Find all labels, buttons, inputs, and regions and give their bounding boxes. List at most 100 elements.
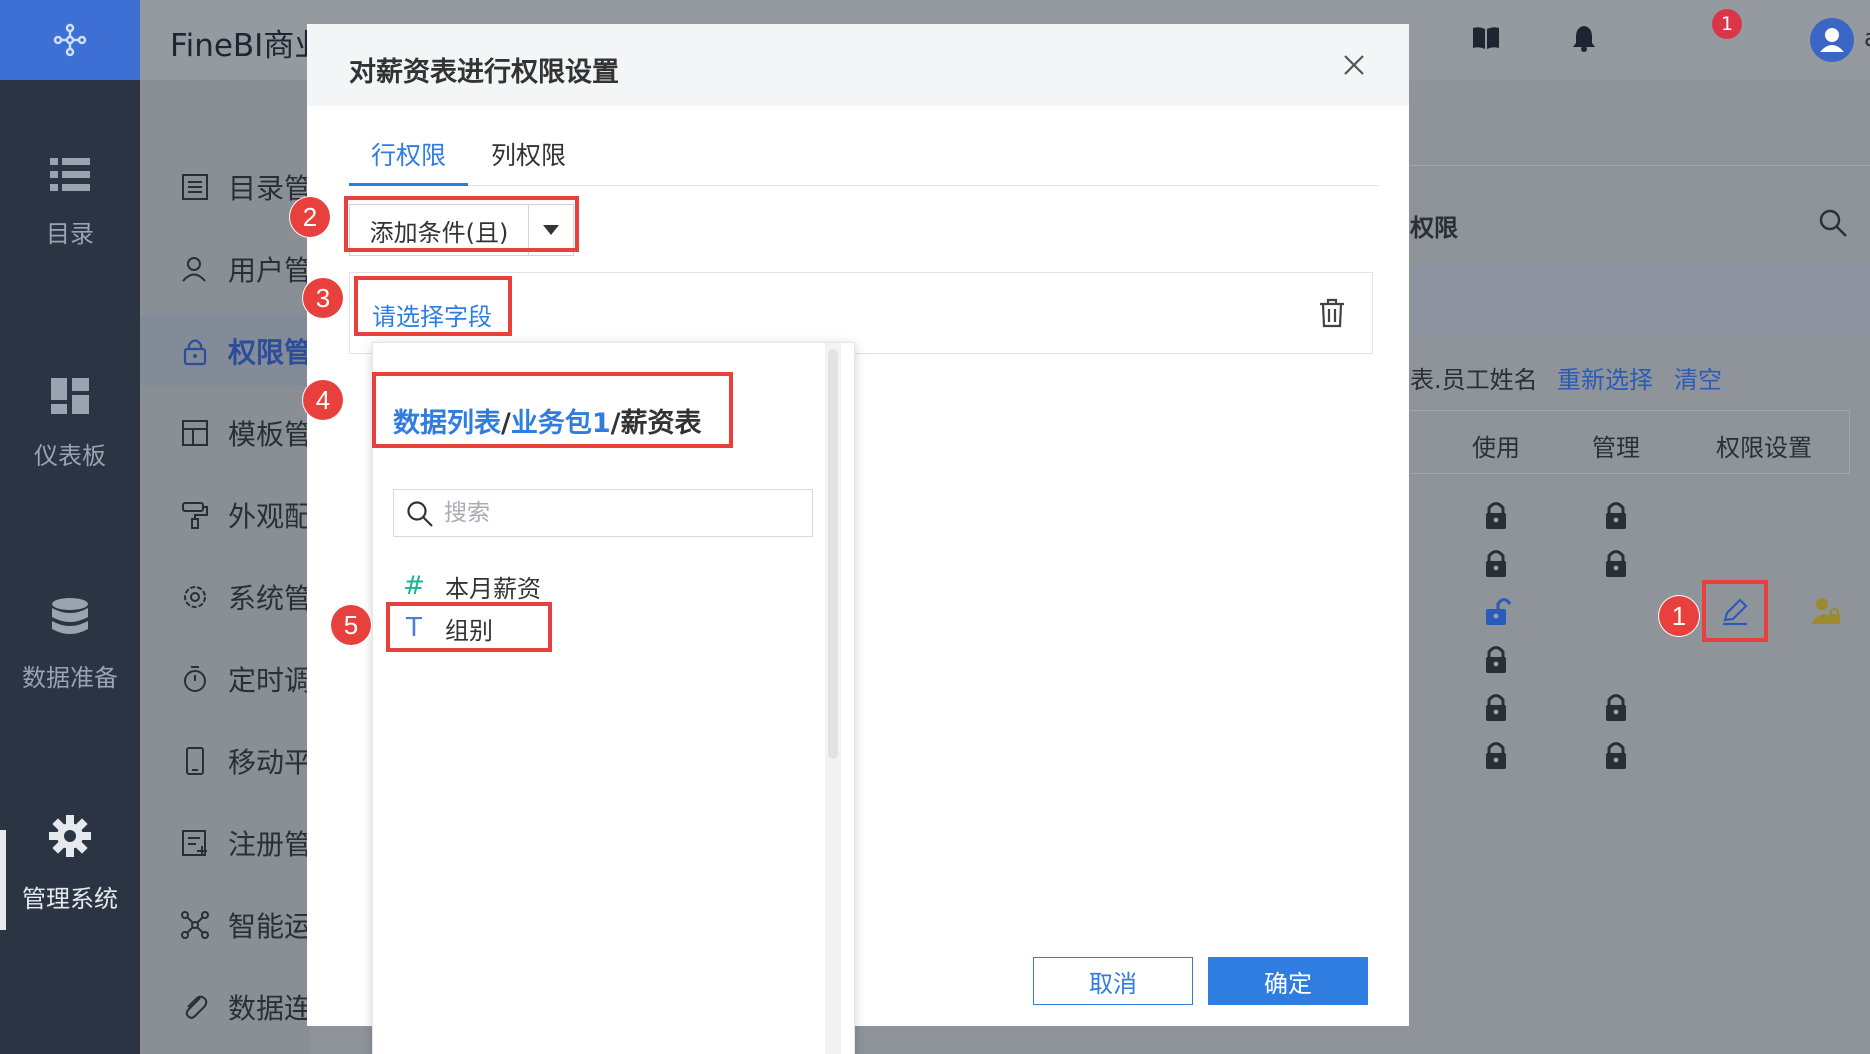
catalog-icon [182, 174, 208, 200]
annotation-marker-1: 1 [1659, 596, 1699, 636]
link-icon [185, 995, 208, 1019]
confirm-button[interactable]: 确定 [1208, 957, 1368, 1005]
user-icon [182, 257, 206, 282]
sidebar-item-appearance[interactable]: 外观配 [140, 480, 310, 550]
sidebar-item-label: 用户管 [228, 254, 310, 287]
cancel-button[interactable]: 取消 [1033, 957, 1193, 1005]
field-picker-dropdown: 数据列表/业务包1/薪资表 # 本月薪资 T 组别 [372, 342, 855, 1054]
list-icon [50, 158, 90, 191]
bell-icon[interactable] [1572, 24, 1596, 52]
lock-icon[interactable] [1484, 500, 1508, 530]
number-type-icon: # [403, 571, 425, 601]
user-permission-icon[interactable] [1810, 596, 1842, 626]
sidebar-item-system[interactable]: 系统管 [140, 562, 310, 632]
template-icon [182, 420, 208, 446]
panel-band [1410, 264, 1870, 336]
lock-icon[interactable] [1604, 692, 1628, 722]
unlock-icon[interactable] [1484, 596, 1512, 626]
dashboard-icon [51, 378, 89, 414]
annotation-box-1 [1702, 580, 1768, 642]
column-header-use: 使用 [1472, 434, 1520, 462]
user-avatar-icon [1820, 28, 1844, 52]
network-icon [181, 911, 209, 939]
sidebar-item-register[interactable]: 注册管 [140, 808, 310, 878]
lock-icon[interactable] [1604, 500, 1628, 530]
brand-title: FineBI商业 [170, 28, 326, 64]
divider [1410, 165, 1870, 166]
lock-icon [183, 339, 207, 366]
username[interactable]: admin [1864, 24, 1870, 52]
sidebar-item-label: 数据连 [228, 992, 310, 1025]
scrollbar-thumb[interactable] [828, 349, 838, 759]
sidebar-item-label: 移动平 [228, 746, 310, 779]
permission-tabs: 行权限 列权限 [349, 136, 1379, 186]
lock-icon[interactable] [1484, 692, 1508, 722]
nav-item-dashboard[interactable]: 仪表板 [0, 378, 140, 471]
selected-field-text: 表.员工姓名 [1410, 366, 1538, 394]
lock-icon[interactable] [1484, 548, 1508, 578]
lock-icon[interactable] [1604, 740, 1628, 770]
nav-item-admin[interactable]: 管理系统 [0, 815, 140, 914]
nav-item-label: 管理系统 [22, 885, 118, 913]
lock-icon[interactable] [1484, 644, 1508, 674]
sidebar-item-catalog[interactable]: 目录管 [140, 152, 310, 222]
settings-icon [184, 586, 206, 608]
avatar[interactable] [1810, 18, 1854, 62]
nav-item-data-prep[interactable]: 数据准备 [0, 598, 140, 693]
dialog-header: 对薪资表进行权限设置 [307, 24, 1409, 106]
timer-icon [184, 666, 206, 692]
clear-link[interactable]: 清空 [1674, 360, 1722, 395]
lock-icon[interactable] [1484, 740, 1508, 770]
search-icon [407, 501, 433, 527]
sidebar-item-templates[interactable]: 模板管 [140, 398, 310, 468]
admin-sidebar: 目录管 用户管 权限管 模板管 外观配 系统管 定时调 移动平 注册管 智能运 … [140, 80, 310, 1054]
reselect-link[interactable]: 重新选择 [1557, 360, 1653, 395]
annotation-box-2 [344, 196, 579, 252]
sidebar-item-data-connect[interactable]: 数据连 [140, 972, 310, 1042]
annotation-marker-5: 5 [331, 605, 371, 645]
sidebar-item-mobile[interactable]: 移动平 [140, 726, 310, 796]
annotation-marker-2: 2 [290, 197, 330, 237]
sidebar-item-label: 外观配 [228, 500, 310, 533]
sidebar-item-label: 模板管 [228, 418, 310, 451]
annotation-box-5 [386, 602, 552, 652]
app-logo[interactable] [0, 0, 140, 80]
column-header-permission: 权限设置 [1716, 434, 1812, 462]
database-icon [52, 598, 88, 634]
nav-item-label: 数据准备 [22, 664, 118, 692]
permission-dialog: 对薪资表进行权限设置 行权限 列权限 添加条件(且) 请选择字段 数据列表/业务… [307, 24, 1409, 1054]
search-icon[interactable] [1818, 208, 1848, 238]
column-header-manage: 管理 [1592, 434, 1640, 462]
sidebar-item-label: 智能运 [228, 910, 310, 943]
tab-row-permission[interactable]: 行权限 [349, 136, 469, 186]
help-book-icon[interactable] [1472, 26, 1500, 50]
gear-icon [49, 815, 91, 857]
panel-title: 权限 [1410, 214, 1458, 242]
sidebar-item-label: 权限管 [228, 336, 310, 369]
main-nav: 目录 仪表板 数据准备 管理系统 [0, 0, 140, 1054]
trash-icon[interactable] [1318, 297, 1346, 329]
tab-column-permission[interactable]: 列权限 [469, 136, 588, 186]
annotation-box-4 [372, 372, 733, 448]
sidebar-item-users[interactable]: 用户管 [140, 234, 310, 304]
mobile-icon [186, 747, 204, 775]
nav-item-label: 目录 [46, 220, 94, 248]
dialog-title: 对薪资表进行权限设置 [349, 57, 619, 88]
close-icon[interactable] [1339, 50, 1369, 80]
field-search-box[interactable] [393, 489, 813, 537]
sidebar-item-label: 定时调 [228, 664, 310, 697]
nav-item-catalog[interactable]: 目录 [0, 158, 140, 249]
sidebar-item-label: 系统管 [228, 582, 310, 615]
notification-badge: 1 [1712, 9, 1742, 39]
sidebar-item-ops[interactable]: 智能运 [140, 890, 310, 960]
register-icon [182, 830, 207, 856]
annotation-box-3 [354, 276, 512, 336]
field-search-input[interactable] [444, 496, 804, 530]
lock-icon[interactable] [1604, 548, 1628, 578]
annotation-marker-4: 4 [303, 380, 343, 420]
logo-icon [53, 23, 87, 57]
sidebar-item-permissions[interactable]: 权限管 [140, 316, 310, 386]
field-name: 本月薪资 [445, 574, 541, 603]
paint-roller-icon [182, 502, 208, 529]
sidebar-item-schedule[interactable]: 定时调 [140, 644, 310, 714]
